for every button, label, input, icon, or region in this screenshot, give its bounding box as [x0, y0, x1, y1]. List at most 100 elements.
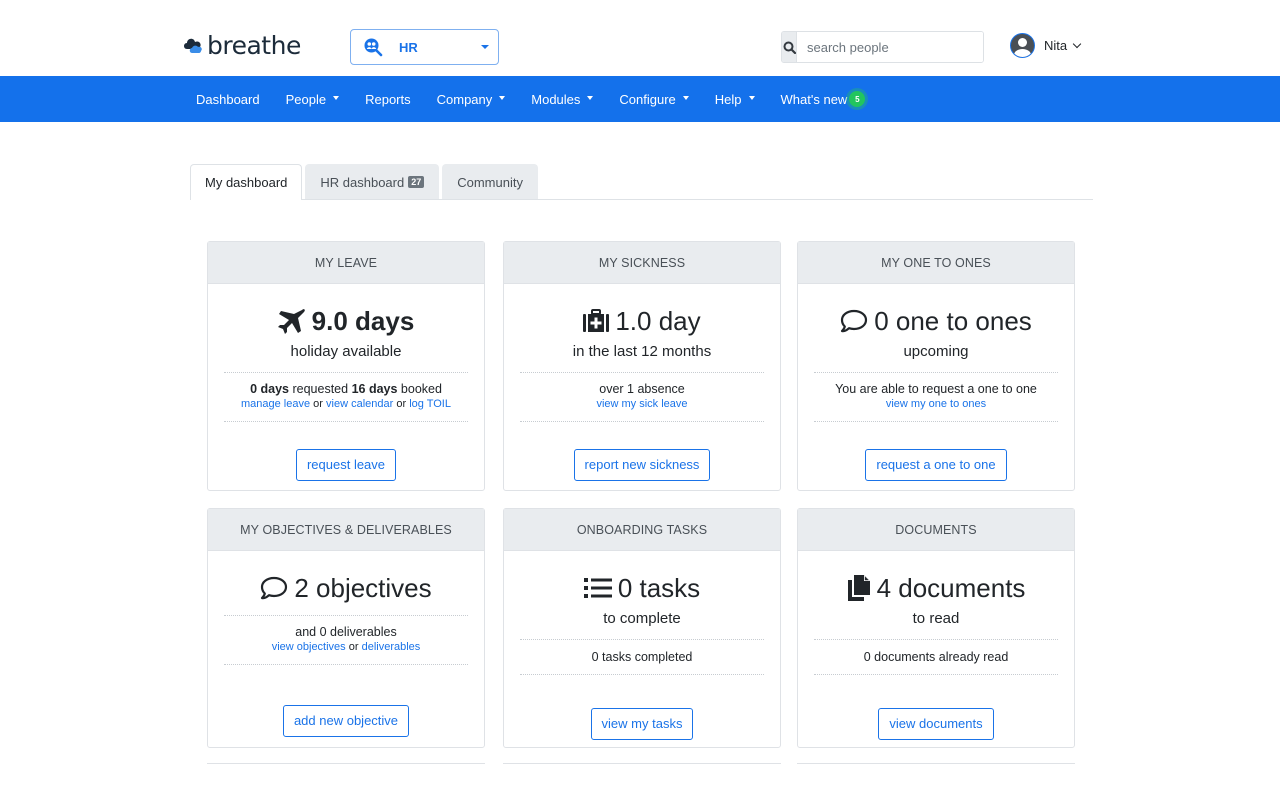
nav-label: Dashboard [196, 91, 260, 107]
caret-down-icon [333, 96, 340, 100]
request-one-to-one-button[interactable]: request a one to one [865, 449, 1007, 481]
link-separator: or [348, 641, 359, 653]
log-toil-link[interactable]: log TOIL [409, 398, 451, 410]
manage-leave-link[interactable]: manage leave [241, 398, 310, 410]
documents-read-info: 0 documents already read [863, 650, 1009, 664]
nav-dashboard[interactable]: Dashboard [196, 92, 260, 107]
link-separator: or [396, 398, 407, 410]
headline-value: 0 tasks [617, 572, 701, 603]
nav-label: Configure [619, 91, 676, 107]
one-to-one-info: You are able to request a one to one [835, 382, 1037, 396]
card-title: MY ONE TO ONES [798, 242, 1074, 284]
breathe-logo[interactable]: breathe [182, 30, 301, 60]
headline-value: 4 documents [876, 572, 1026, 603]
caret-down-icon [499, 96, 506, 100]
nav-label: Help [714, 91, 742, 107]
top-bar: breathe HR Nita [0, 0, 1280, 76]
search-people [781, 31, 984, 63]
divider [814, 674, 1058, 675]
sickness-headline: 1.0 day [520, 304, 764, 338]
cloud-logo-icon [184, 38, 202, 53]
search-icon [783, 41, 796, 54]
nav-modules[interactable]: Modules [531, 91, 594, 107]
leave-links: manage leave or view calendar or log TOI… [224, 397, 468, 412]
module-label: HR [399, 39, 418, 55]
nav-whats-new[interactable]: What's new 5 [781, 91, 866, 107]
divider [814, 421, 1058, 422]
divider [520, 421, 764, 422]
view-one-to-ones-link[interactable]: view my one to ones [886, 398, 986, 410]
nav-help[interactable]: Help [715, 92, 755, 107]
tab-my-dashboard[interactable]: My dashboard [190, 164, 303, 200]
view-objectives-link[interactable]: view objectives [272, 641, 346, 653]
divider [224, 421, 468, 422]
request-leave-button[interactable]: request leave [295, 449, 397, 481]
caret-down-icon [682, 96, 689, 100]
nav-label: Company [436, 91, 493, 107]
search-input[interactable] [797, 32, 983, 62]
tasks-headline: 0 tasks [520, 571, 764, 605]
people-search-icon [364, 38, 383, 57]
onboarding-tasks-card: ONBOARDING TASKS 0 tasks to complete 0 t… [503, 508, 781, 748]
tab-hr-dashboard[interactable]: HR dashboard 27 [305, 164, 440, 199]
headline-sub: to complete [603, 610, 681, 627]
view-calendar-link[interactable]: view calendar [326, 398, 393, 410]
whats-new-badge: 5 [849, 91, 866, 107]
divider [520, 674, 764, 675]
tab-community[interactable]: Community [442, 164, 538, 199]
logo-text: breathe [207, 30, 301, 60]
dashboard-tabs: My dashboard HR dashboard 27 Community [190, 164, 1093, 200]
main-navbar: Dashboard People Reports Company Modules… [0, 76, 1280, 122]
add-objective-button[interactable]: add new objective [282, 705, 410, 737]
nav-label: What's new [780, 91, 848, 107]
nav-configure[interactable]: Configure [619, 91, 689, 107]
headline-sub: to read [912, 610, 960, 627]
nav-company[interactable]: Company [437, 92, 506, 107]
leave-summary: 0 days requested 16 days booked [224, 373, 468, 397]
documents-card: DOCUMENTS 4 documents to read 0 document… [797, 508, 1075, 748]
report-sickness-button[interactable]: report new sickness [573, 449, 711, 481]
search-button[interactable] [782, 32, 797, 62]
plane-icon [277, 309, 305, 334]
next-card-edge [503, 763, 781, 764]
divider [224, 664, 468, 665]
card-title: MY SICKNESS [504, 242, 780, 284]
nav-people[interactable]: People [286, 92, 340, 107]
card-title: ONBOARDING TASKS [504, 509, 780, 551]
chevron-down-icon [1072, 39, 1082, 48]
card-title: MY LEAVE [208, 242, 484, 284]
hr-dashboard-count-badge: 27 [408, 176, 425, 188]
tab-label: HR dashboard [320, 174, 405, 190]
view-documents-button[interactable]: view documents [878, 708, 994, 740]
nav-label: Modules [531, 91, 581, 107]
headline-value: 1.0 day [615, 305, 701, 336]
comment-icon [841, 309, 868, 333]
module-selector[interactable]: HR [350, 29, 499, 65]
leave-headline: 9.0 days [224, 304, 468, 338]
nav-reports[interactable]: Reports [365, 92, 411, 107]
tab-label: My dashboard [205, 175, 288, 190]
booked-label: booked [400, 382, 442, 396]
headline-value: 0 one to ones [874, 305, 1032, 336]
caret-down-icon [748, 96, 755, 100]
my-objectives-card: MY OBJECTIVES & DELIVERABLES 2 objective… [207, 508, 485, 748]
deliverables-link[interactable]: deliverables [362, 641, 421, 653]
user-name: Nita [1044, 38, 1068, 53]
headline-value: 2 objectives [294, 572, 432, 603]
requested-value: 0 days [250, 382, 289, 396]
booked-value: 16 days [351, 382, 398, 396]
view-sick-leave-link[interactable]: view my sick leave [596, 398, 687, 410]
deliverables-info: and 0 deliverables [295, 625, 397, 639]
next-card-edge [797, 763, 1075, 764]
card-title: MY OBJECTIVES & DELIVERABLES [208, 509, 484, 551]
tasks-completed-info: 0 tasks completed [591, 650, 693, 664]
headline-sub: in the last 12 months [572, 343, 712, 360]
my-sickness-card: MY SICKNESS 1.0 day in the last 12 month… [503, 241, 781, 491]
headline-value: 9.0 days [311, 305, 415, 336]
headline-sub: holiday available [290, 343, 402, 360]
copy-icon [847, 575, 870, 601]
headline-sub: upcoming [903, 343, 969, 360]
user-menu[interactable]: Nita [1010, 33, 1082, 58]
view-tasks-button[interactable]: view my tasks [590, 708, 694, 740]
avatar [1010, 33, 1035, 58]
